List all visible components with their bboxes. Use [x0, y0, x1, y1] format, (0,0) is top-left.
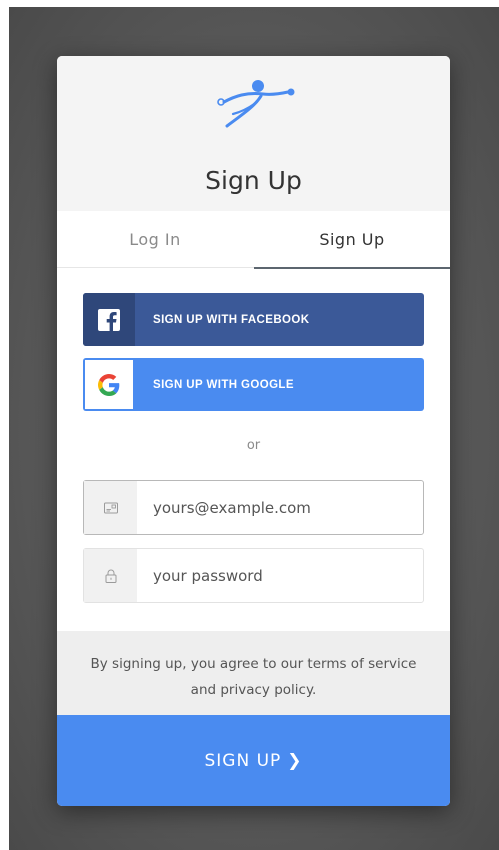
password-input[interactable]: [137, 549, 423, 602]
card-header: Sign Up: [57, 56, 450, 211]
email-input[interactable]: [137, 481, 423, 534]
google-icon: [83, 358, 135, 411]
terms-notice: By signing up, you agree to our terms of…: [57, 631, 450, 715]
terms-line-2: and privacy policy.: [190, 682, 317, 698]
or-divider: or: [246, 438, 261, 453]
lock-icon: [84, 549, 137, 602]
terms-line-1: By signing up, you agree to our terms of…: [90, 656, 417, 672]
password-field: [83, 548, 424, 603]
chevron-right-icon: ❯: [287, 750, 303, 771]
google-button-label: SIGN UP WITH GOOGLE: [153, 378, 294, 391]
tab-log-in[interactable]: Log In: [57, 211, 253, 268]
facebook-signup-button[interactable]: SIGN UP WITH FACEBOOK: [83, 293, 424, 346]
email-card-icon: [84, 481, 137, 534]
auth-tabs: Log In Sign Up: [57, 211, 450, 269]
runner-logo-icon: [217, 80, 295, 128]
facebook-button-label: SIGN UP WITH FACEBOOK: [153, 313, 310, 326]
signup-card: Sign Up Log In Sign Up SIGN UP WITH FACE…: [57, 56, 450, 806]
google-signup-button[interactable]: SIGN UP WITH GOOGLE: [83, 358, 424, 411]
tab-sign-up[interactable]: Sign Up: [254, 211, 450, 269]
sign-up-submit-label: SIGN UP: [204, 750, 282, 771]
page-title: Sign Up: [205, 166, 302, 195]
facebook-icon: [83, 293, 135, 346]
email-field: [83, 480, 424, 535]
sign-up-submit-button[interactable]: SIGN UP ❯: [57, 715, 450, 806]
